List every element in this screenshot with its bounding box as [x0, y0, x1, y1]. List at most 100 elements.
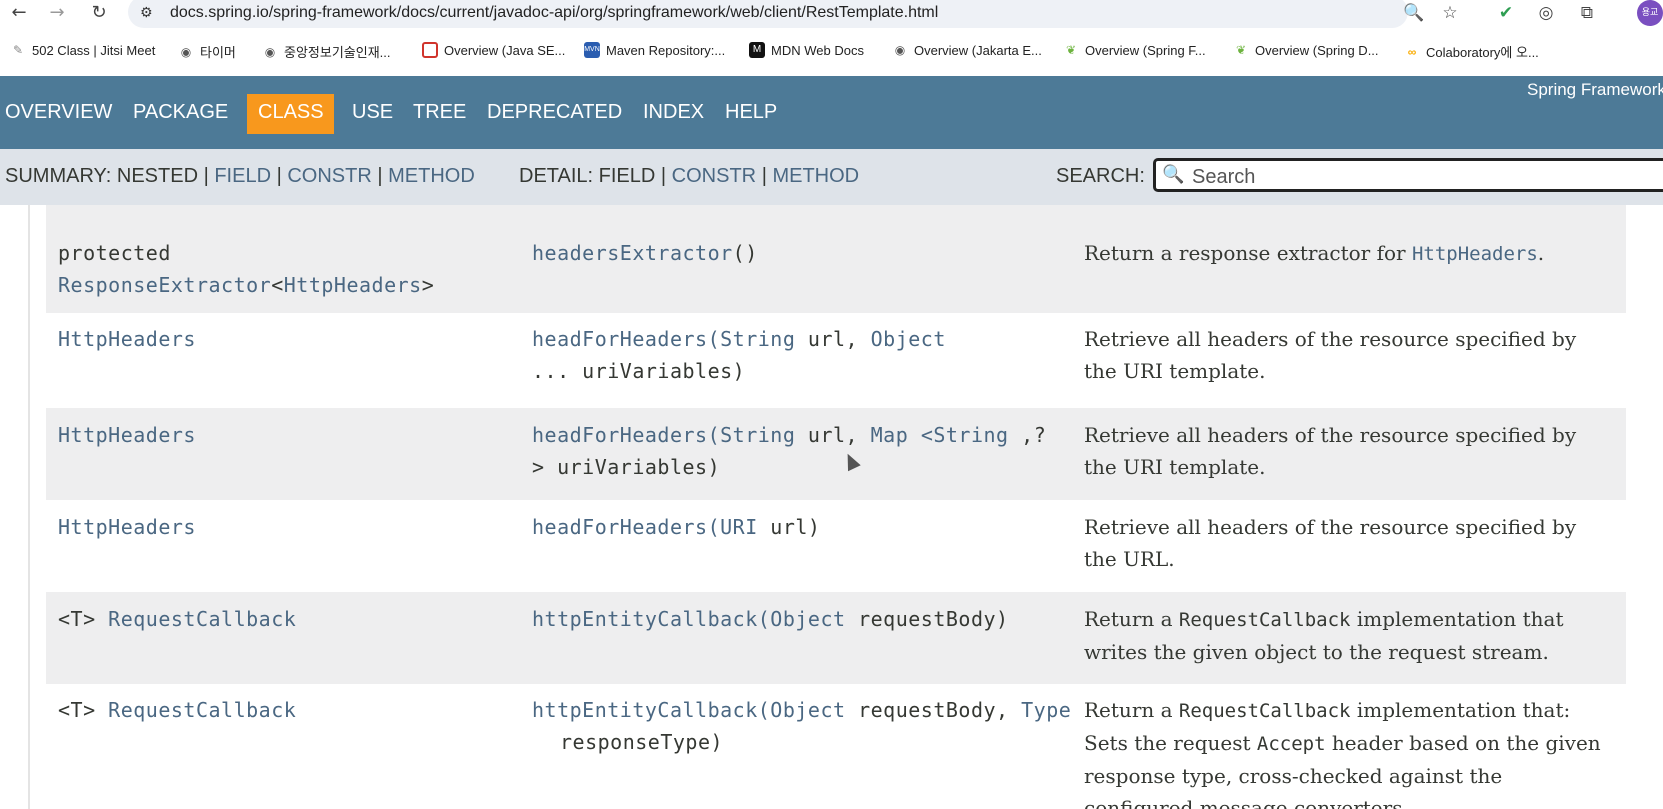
search-box[interactable]: 🔍 — [1153, 158, 1663, 192]
description-cell: Return a response extractor for HttpHead… — [1084, 241, 1545, 265]
nav-use[interactable]: USE — [352, 101, 393, 124]
type-link[interactable]: HttpHeaders — [284, 273, 422, 297]
method-cell: headForHeaders(String url, Map <String ,… — [532, 423, 1047, 479]
javadoc-top-nav: OVERVIEW PACKAGE CLASS USE TREE DEPRECAT… — [0, 76, 1663, 149]
extension-icon[interactable]: ◎ — [1535, 3, 1557, 23]
colab-icon: ∞ — [1407, 44, 1417, 59]
method-link[interactable]: httpEntityCallback — [532, 607, 758, 631]
bookmarks-bar: ✎ 502 Class | Jitsi Meet ◉ 타이머 ◉ 중앙정보기술인재..… — [0, 36, 1663, 70]
modifier-type-cell: HttpHeaders — [58, 511, 518, 543]
bookmark-item[interactable]: ◉ 타이머 — [178, 42, 236, 61]
nav-class[interactable]: CLASS — [258, 101, 324, 124]
forward-arrow-icon[interactable]: → — [46, 2, 68, 24]
method-cell: headersExtractor() — [532, 241, 758, 265]
type-link[interactable]: Object — [871, 327, 946, 351]
shield-extension-icon[interactable]: ✔ — [1495, 3, 1517, 23]
method-summary-content: protected ResponseExtractor<HttpHeaders>… — [0, 205, 1663, 809]
reload-icon[interactable]: ↻ — [88, 2, 110, 24]
detail-method-link[interactable]: METHOD — [772, 165, 859, 187]
globe-icon: ◉ — [180, 44, 192, 59]
table-row: protected ResponseExtractor<HttpHeaders>… — [46, 225, 1626, 313]
type-link[interactable]: Object — [770, 698, 845, 722]
globe-icon: ◉ — [894, 43, 906, 57]
method-link[interactable]: httpEntityCallback — [532, 698, 758, 722]
bookmark-item[interactable]: Overview (Java SE... — [422, 42, 565, 58]
type-link[interactable]: RequestCallback — [108, 698, 296, 722]
code-link[interactable]: RequestCallback — [1179, 609, 1351, 631]
nav-help[interactable]: HELP — [725, 101, 777, 124]
modifier-type-cell: <T> RequestCallback — [58, 607, 297, 631]
type-link[interactable]: HttpHeaders — [58, 327, 196, 351]
bookmark-item[interactable]: M MDN Web Docs — [749, 42, 864, 58]
table-row: <T> RequestCallback httpEntityCallback(O… — [46, 592, 1626, 684]
table-row: <T> RequestCallback httpEntityCallback(O… — [46, 684, 1626, 809]
nav-package[interactable]: PACKAGE — [133, 101, 228, 124]
profile-avatar[interactable]: 용교 — [1637, 0, 1663, 26]
javadoc-sub-nav: SUMMARY: NESTED | FIELD | CONSTR | METHO… — [0, 149, 1663, 205]
code-link[interactable]: RequestCallback — [1179, 700, 1351, 722]
method-link[interactable]: headForHeaders — [532, 327, 708, 351]
detail-links: DETAIL: FIELD | CONSTR | METHOD — [519, 165, 860, 187]
table-row: HttpHeaders headForHeaders(String url, O… — [46, 313, 1626, 408]
bookmark-item[interactable]: ❦ Overview (Spring F... — [1063, 42, 1206, 58]
mdn-icon: M — [749, 42, 765, 58]
nav-deprecated[interactable]: DEPRECATED — [487, 101, 622, 124]
code-link[interactable]: HttpHeaders — [1412, 243, 1538, 265]
search-icon: 🔍 — [1162, 164, 1185, 185]
puzzle-icon[interactable]: ⧉ — [1576, 3, 1598, 23]
type-link[interactable]: URI — [720, 515, 758, 539]
bookmark-item[interactable]: ❦ Overview (Spring D... — [1233, 42, 1379, 58]
method-link[interactable]: headForHeaders — [532, 515, 708, 539]
nav-tree[interactable]: TREE — [413, 101, 466, 124]
description-cell: Return a RequestCallback implementation … — [1084, 607, 1564, 664]
spring-icon: ❦ — [1235, 43, 1247, 57]
back-arrow-icon[interactable]: ← — [8, 2, 30, 24]
method-link[interactable]: headersExtractor — [532, 241, 733, 265]
bookmark-item[interactable]: ◉ Overview (Jakarta E... — [892, 42, 1042, 58]
method-link[interactable]: headForHeaders — [532, 423, 708, 447]
table-row: HttpHeaders headForHeaders(String url, M… — [46, 408, 1626, 500]
description-cell: Return a RequestCallback implementation … — [1084, 698, 1601, 809]
type-link[interactable]: RequestCallback — [108, 607, 296, 631]
type-link[interactable]: Type — [1021, 698, 1071, 722]
type-link[interactable]: Object — [770, 607, 845, 631]
description-cell: Retrieve all headers of the resource spe… — [1084, 515, 1577, 571]
type-link[interactable]: String — [720, 423, 795, 447]
bookmark-item[interactable]: ∞ Colaboratory에 오... — [1404, 42, 1539, 61]
type-link[interactable]: ResponseExtractor — [58, 273, 271, 297]
oracle-icon — [422, 42, 438, 58]
type-link[interactable]: HttpHeaders — [58, 515, 196, 539]
search-label: SEARCH: — [1056, 165, 1145, 187]
previous-row-remainder — [46, 205, 1626, 225]
type-link[interactable]: HttpHeaders — [58, 423, 196, 447]
summary-constr-link[interactable]: CONSTR — [287, 165, 371, 187]
bookmark-star-icon[interactable]: ☆ — [1439, 3, 1461, 23]
nav-overview[interactable]: OVERVIEW — [5, 101, 112, 124]
search-input[interactable] — [1190, 163, 1663, 191]
browser-toolbar: ← → ↻ ⚙ docs.spring.io/spring-framework/… — [0, 0, 1663, 28]
type-link[interactable]: Map — [871, 423, 909, 447]
summary-field-link[interactable]: FIELD — [214, 165, 271, 187]
method-cell: httpEntityCallback(Object requestBody) — [532, 607, 1009, 631]
bookmark-item[interactable]: MVN Maven Repository:... — [584, 42, 725, 58]
brand-title: Spring Framework — [1527, 80, 1663, 99]
bookmark-item[interactable]: ✎ 502 Class | Jitsi Meet — [10, 42, 155, 58]
globe-icon: ◉ — [264, 44, 276, 59]
type-link[interactable]: <String — [921, 423, 1009, 447]
mvn-icon: MVN — [584, 42, 600, 58]
description-cell: Retrieve all headers of the resource spe… — [1084, 327, 1577, 383]
modifier-type-cell: HttpHeaders — [58, 419, 518, 451]
description-cell: Retrieve all headers of the resource spe… — [1084, 423, 1577, 479]
url-text[interactable]: docs.spring.io/spring-framework/docs/cur… — [170, 4, 938, 22]
summary-method-link[interactable]: METHOD — [388, 165, 475, 187]
bookmark-item[interactable]: ◉ 중앙정보기술인재... — [262, 42, 391, 61]
site-info-icon[interactable]: ⚙ — [140, 5, 153, 21]
nav-index[interactable]: INDEX — [643, 101, 704, 124]
method-cell: headForHeaders(URI url) — [532, 515, 821, 539]
method-cell: httpEntityCallback(Object requestBody, T… — [532, 698, 1072, 754]
detail-constr-link[interactable]: CONSTR — [672, 165, 756, 187]
type-link[interactable]: String — [720, 327, 795, 351]
spring-icon: ❦ — [1065, 43, 1077, 57]
zoom-icon[interactable]: 🔍 — [1403, 3, 1425, 23]
modifier-type-cell: HttpHeaders — [58, 323, 518, 355]
